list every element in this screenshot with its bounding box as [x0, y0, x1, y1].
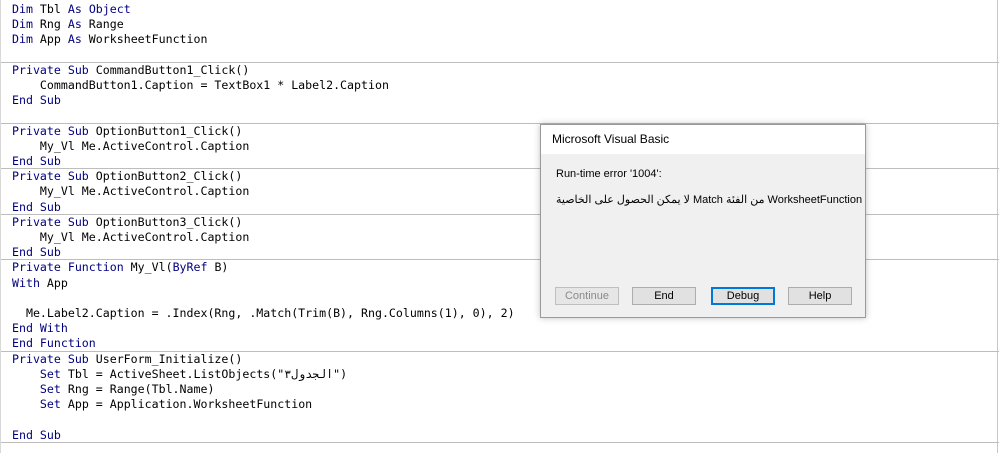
- code-line[interactable]: End Sub: [12, 154, 61, 169]
- code-text: OptionButton1_Click(): [88, 123, 243, 138]
- code-text: App: [39, 275, 68, 290]
- end-button[interactable]: End: [632, 287, 696, 305]
- code-line[interactable]: Set Tbl = ActiveSheet.ListObjects("الجدو…: [12, 367, 347, 382]
- code-keyword: End Sub: [12, 199, 61, 214]
- error-dialog: Microsoft Visual Basic Run-time error '1…: [540, 124, 866, 318]
- code-text: My_Vl Me.ActiveControl.Caption: [12, 230, 250, 244]
- help-button[interactable]: Help: [788, 287, 852, 305]
- code-keyword: End Sub: [12, 245, 61, 260]
- code-keyword: As: [67, 17, 82, 32]
- code-text: OptionButton2_Click(): [88, 169, 243, 184]
- continue-button[interactable]: Continue: [555, 287, 619, 305]
- code-keyword: Private Sub: [12, 169, 89, 184]
- error-message-text: WorksheetFunction من الفئة Match لا يمكن…: [556, 194, 863, 206]
- code-keyword: Private Function: [12, 260, 124, 275]
- code-line[interactable]: CommandButton1.Caption = TextBox1 * Labe…: [12, 78, 389, 93]
- code-keyword: Dim: [12, 32, 33, 47]
- code-text: UserForm_Initialize(): [88, 351, 243, 366]
- code-text: My_Vl Me.ActiveControl.Caption: [12, 138, 250, 153]
- code-keyword: End Function: [12, 336, 96, 351]
- code-line[interactable]: End Sub: [12, 93, 61, 108]
- code-line[interactable]: Me.Label2.Caption = .Index(Rng, .Match(T…: [12, 306, 515, 321]
- code-line[interactable]: Dim Rng As Range: [12, 17, 124, 32]
- code-line[interactable]: My_Vl Me.ActiveControl.Caption: [12, 184, 249, 199]
- code-line[interactable]: Private Function My_Vl(ByRef B): [12, 260, 228, 275]
- code-keyword: End Sub: [12, 427, 61, 442]
- code-keyword: End With: [12, 321, 68, 336]
- procedure-separator: [1, 61, 999, 63]
- code-keyword: Object: [88, 2, 131, 16]
- code-text: WorksheetFunction: [81, 32, 208, 47]
- code-keyword: With: [12, 275, 40, 290]
- code-text: Tbl = ActiveSheet.ListObjects("الجدول٣"): [60, 366, 348, 381]
- code-line[interactable]: End Sub: [12, 428, 61, 443]
- code-line[interactable]: Private Sub UserForm_Initialize(): [12, 352, 242, 367]
- code-keyword: Set: [39, 397, 61, 412]
- code-line[interactable]: Dim App As WorksheetFunction: [12, 32, 207, 47]
- code-line[interactable]: Dim Tbl As Object: [12, 2, 131, 17]
- dialog-title: Microsoft Visual Basic: [552, 132, 670, 146]
- code-text: Me.Label2.Caption = .Index(Rng, .Match(T…: [12, 306, 515, 320]
- code-keyword: ByRef: [172, 260, 208, 275]
- code-text: OptionButton3_Click(): [88, 214, 243, 229]
- code-line[interactable]: Private Sub OptionButton1_Click(): [12, 124, 242, 139]
- code-text: Tbl: [32, 2, 68, 16]
- code-keyword: Dim: [12, 17, 33, 32]
- code-line[interactable]: My_Vl Me.ActiveControl.Caption: [12, 139, 249, 154]
- code-line[interactable]: End Sub: [12, 245, 61, 260]
- code-text: App: [32, 32, 68, 47]
- code-line[interactable]: End Sub: [12, 200, 61, 215]
- code-keyword: Set: [39, 366, 61, 381]
- code-text: CommandButton1.Caption = TextBox1 * Labe…: [12, 78, 389, 92]
- procedure-separator: [1, 441, 999, 443]
- dialog-titlebar: Microsoft Visual Basic: [541, 125, 865, 154]
- code-line[interactable]: Private Sub OptionButton2_Click(): [12, 169, 242, 184]
- code-keyword: End Sub: [12, 154, 61, 168]
- code-keyword: As: [67, 32, 82, 47]
- code-line[interactable]: Private Sub OptionButton3_Click(): [12, 215, 242, 230]
- code-keyword: Private Sub: [12, 123, 89, 138]
- code-keyword: Set: [39, 382, 61, 396]
- code-text: My_Vl Me.ActiveControl.Caption: [12, 184, 250, 199]
- code-text: Range: [81, 17, 124, 32]
- code-line[interactable]: End Function: [12, 336, 96, 351]
- code-line[interactable]: Set Rng = Range(Tbl.Name): [12, 382, 215, 397]
- debug-button[interactable]: Debug: [711, 287, 775, 305]
- code-keyword: Dim: [12, 2, 33, 16]
- code-keyword: Private Sub: [12, 62, 89, 77]
- code-line[interactable]: Set App = Application.WorksheetFunction: [12, 397, 312, 412]
- procedure-separator: [1, 350, 999, 352]
- code-line[interactable]: My_Vl Me.ActiveControl.Caption: [12, 230, 249, 245]
- code-text: CommandButton1_Click(): [88, 62, 250, 77]
- code-keyword: End Sub: [12, 93, 61, 108]
- code-text: B): [207, 260, 229, 275]
- code-text: Rng = Range(Tbl.Name): [60, 382, 215, 396]
- code-text: Rng: [32, 17, 68, 32]
- error-code-text: Run-time error '1004':: [556, 168, 662, 180]
- code-keyword: Private Sub: [12, 351, 89, 366]
- code-text: App = Application.WorksheetFunction: [60, 397, 313, 412]
- code-keyword: Private Sub: [12, 214, 89, 229]
- code-keyword: As: [67, 2, 82, 16]
- code-text: My_Vl(: [123, 260, 173, 275]
- code-line[interactable]: With App: [12, 276, 68, 291]
- code-line[interactable]: End With: [12, 321, 68, 336]
- code-line[interactable]: Private Sub CommandButton1_Click(): [12, 63, 249, 78]
